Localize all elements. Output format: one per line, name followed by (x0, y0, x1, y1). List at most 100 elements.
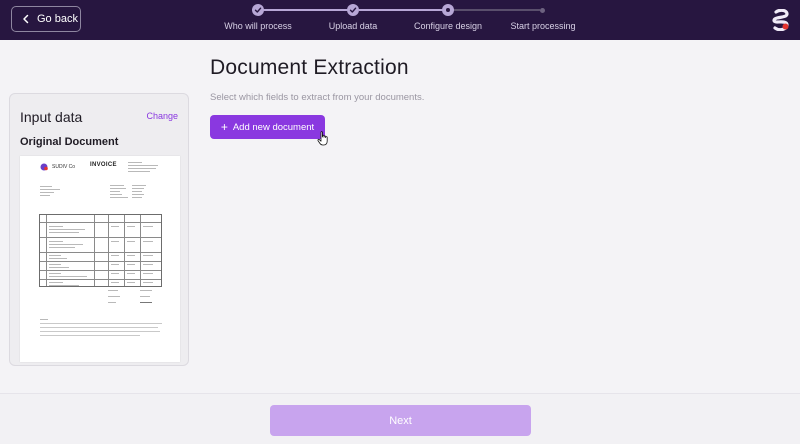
step-1-label: Who will process (224, 21, 292, 31)
plus-icon: + (220, 120, 228, 134)
text-line (132, 188, 144, 189)
table-rule (40, 261, 161, 262)
text-line (110, 194, 122, 195)
text-line (132, 194, 144, 195)
page-title: Document Extraction (210, 56, 409, 79)
step-1-node[interactable] (252, 4, 264, 16)
invoice-items-table (39, 214, 162, 287)
step-connector (359, 9, 448, 11)
text-line (143, 273, 153, 274)
text-line (111, 255, 119, 256)
document-thumbnail[interactable]: SUDIV Co INVOICE (20, 156, 180, 362)
text-line (140, 302, 152, 303)
table-rule (40, 252, 161, 253)
text-line (127, 241, 135, 242)
text-line (49, 264, 61, 265)
text-line (140, 290, 152, 291)
text-line (110, 188, 126, 189)
text-line (143, 226, 153, 227)
table-rule (124, 215, 125, 286)
text-line (128, 171, 150, 172)
text-line (127, 273, 135, 274)
check-icon (254, 7, 262, 13)
text-line (128, 162, 142, 163)
text-line (143, 241, 153, 242)
step-3-node[interactable] (442, 4, 454, 16)
step-connector (263, 9, 357, 11)
change-link[interactable]: Change (146, 111, 178, 121)
text-line (143, 264, 153, 265)
step-2-node[interactable] (347, 4, 359, 16)
input-data-title: Input data (20, 109, 83, 125)
text-line (49, 282, 63, 283)
step-4-node (540, 8, 545, 13)
text-line (127, 282, 135, 283)
text-line (127, 226, 135, 227)
text-line (111, 282, 119, 283)
table-rule (40, 237, 161, 238)
step-3-label: Configure design (413, 21, 483, 31)
add-new-document-button[interactable]: + Add new document (210, 115, 325, 139)
step-connector (450, 9, 540, 11)
text-line (110, 185, 124, 186)
table-rule (140, 215, 141, 286)
text-line (49, 276, 87, 277)
chevron-left-icon (23, 14, 29, 24)
text-line (132, 191, 142, 192)
text-line (49, 244, 83, 245)
go-back-label: Go back (37, 13, 78, 25)
text-line (127, 255, 135, 256)
text-line (127, 264, 135, 265)
table-rule (40, 270, 161, 271)
text-line (49, 247, 75, 248)
top-header: Go back Who will process Upload data Con… (0, 0, 800, 40)
text-line (40, 327, 158, 329)
text-line (140, 296, 150, 297)
text-line (110, 191, 120, 192)
step-4-label: Start processing (510, 21, 576, 31)
text-line (49, 229, 85, 230)
text-line (108, 290, 118, 291)
text-line (40, 319, 48, 320)
hand-pointer-icon (317, 131, 328, 146)
next-button[interactable]: Next (270, 405, 531, 436)
text-line (108, 296, 120, 297)
table-rule (40, 279, 161, 280)
text-line (111, 241, 119, 242)
text-line (110, 197, 128, 198)
text-line (111, 273, 119, 274)
progress-stepper: Who will process Upload data Configure d… (215, 0, 595, 40)
text-line (132, 197, 142, 198)
text-line (40, 323, 162, 325)
text-line (49, 226, 63, 227)
brand-logo-icon (772, 9, 789, 31)
table-rule (46, 215, 47, 286)
text-line (108, 302, 116, 303)
table-rule (94, 215, 95, 286)
text-line (143, 282, 153, 283)
text-line (49, 255, 61, 256)
check-icon (349, 7, 357, 13)
text-line (49, 241, 63, 242)
text-line (128, 165, 158, 166)
text-line (49, 258, 67, 259)
text-line (40, 186, 52, 187)
text-line (40, 189, 60, 190)
step-2-label: Upload data (328, 21, 378, 31)
original-document-title: Original Document (20, 136, 119, 148)
invoice-brand: SUDIV Co (52, 164, 76, 170)
text-line (132, 185, 146, 186)
text-line (111, 226, 119, 227)
text-line (49, 267, 69, 268)
go-back-button[interactable]: Go back (11, 6, 81, 32)
current-dot-icon (446, 8, 450, 12)
invoice-title: INVOICE (90, 162, 117, 168)
page-subtitle: Select which fields to extract from your… (210, 92, 425, 103)
input-data-card: Input data Change Original Document SUDI… (9, 93, 189, 366)
text-line (128, 168, 156, 169)
footer-bar: Next (0, 393, 800, 444)
text-line (49, 232, 79, 233)
text-line (49, 285, 79, 286)
table-rule (40, 222, 161, 223)
add-new-document-label: Add new document (232, 121, 315, 133)
